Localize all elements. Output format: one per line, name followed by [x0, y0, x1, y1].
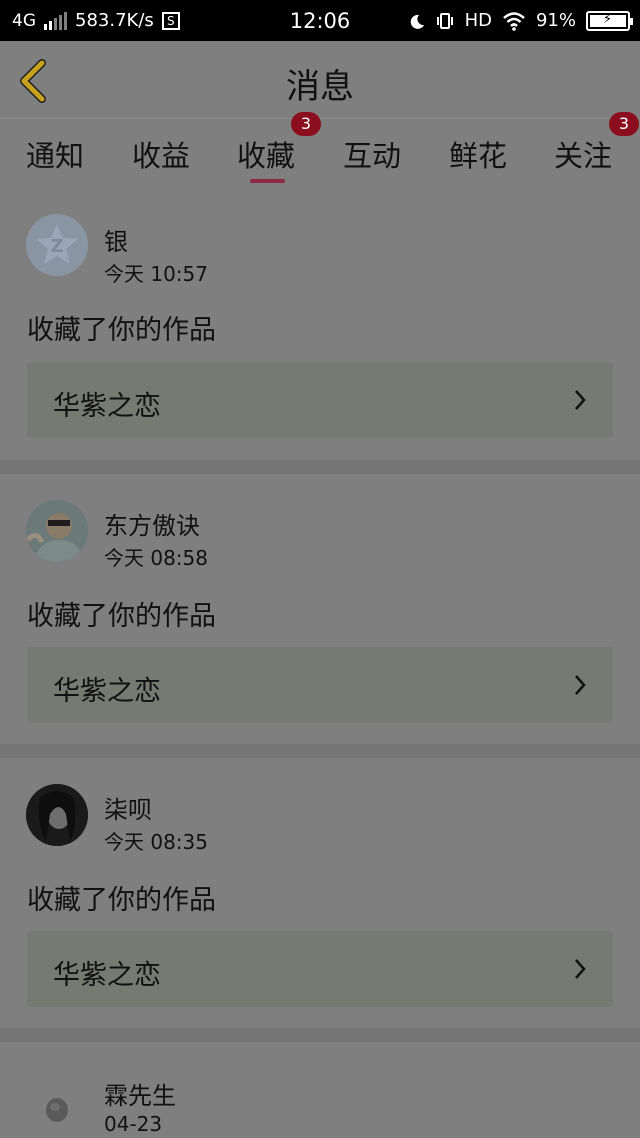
active-tab-indicator: [250, 179, 285, 183]
message-time: 04-23: [104, 1112, 163, 1136]
avatar[interactable]: [26, 1068, 88, 1130]
work-title: 华紫之恋: [53, 960, 161, 991]
chevron-right-icon: [575, 390, 586, 410]
work-link[interactable]: 华紫之恋: [27, 647, 613, 723]
hd-label: HD: [464, 10, 492, 31]
status-bar: 4G 583.7K/s S 12:06 HD 91% ⚡: [0, 0, 640, 41]
message-card: Z 银 今天 10:57 收藏了你的作品 华紫之恋: [0, 190, 640, 460]
action-text: 收藏了你的作品: [27, 885, 216, 916]
divider: [0, 744, 640, 758]
user-photo: [26, 500, 88, 562]
work-title: 华紫之恋: [53, 391, 161, 422]
header: 消息: [0, 41, 640, 121]
avatar[interactable]: [26, 784, 88, 846]
tab-bar: 通知 收益 收藏 3 互动 鲜花 关注 3: [0, 112, 640, 184]
favorites-count-badge: 3: [291, 112, 321, 136]
tab-earnings[interactable]: 收益: [132, 133, 190, 175]
follows-count-badge: 3: [609, 112, 639, 136]
chevron-right-icon: [575, 959, 586, 979]
wifi-icon: [503, 11, 525, 31]
tab-notifications[interactable]: 通知: [26, 133, 84, 175]
work-link[interactable]: 华紫之恋: [27, 931, 613, 1007]
message-time: 今天 10:57: [104, 262, 208, 286]
moon-icon: [410, 14, 424, 29]
username[interactable]: 东方傲诀: [104, 506, 200, 541]
message-card: 柒呗 今天 08:35 收藏了你的作品 华紫之恋: [0, 758, 640, 1028]
work-link[interactable]: 华紫之恋: [27, 362, 613, 438]
vibrate-icon: [436, 12, 453, 29]
battery-icon: ⚡: [586, 10, 633, 31]
page-title: 消息: [286, 67, 354, 107]
message-time: 今天 08:35: [104, 830, 208, 854]
chevron-right-icon: [575, 675, 586, 695]
battery-percent: 91%: [535, 10, 576, 31]
divider: [0, 460, 640, 474]
tab-flowers[interactable]: 鲜花: [449, 133, 507, 175]
user-photo: [26, 784, 88, 846]
action-text: 收藏了你的作品: [27, 315, 216, 346]
tab-interactions[interactable]: 互动: [343, 133, 401, 175]
default-avatar-icon: Z: [26, 214, 88, 276]
message-time: 今天 08:58: [104, 546, 208, 570]
username[interactable]: 霖先生: [104, 1076, 176, 1111]
work-title: 华紫之恋: [53, 676, 161, 707]
action-text: 收藏了你的作品: [27, 601, 216, 632]
tab-favorites[interactable]: 收藏: [237, 133, 295, 175]
username[interactable]: 银: [104, 222, 128, 257]
divider: [0, 1028, 640, 1042]
avatar[interactable]: [26, 500, 88, 562]
avatar[interactable]: Z: [26, 214, 88, 276]
message-card: 东方傲诀 今天 08:58 收藏了你的作品 华紫之恋: [0, 474, 640, 744]
user-photo: [26, 1068, 88, 1130]
tab-follows[interactable]: 关注: [554, 133, 612, 175]
message-card: 霖先生 04-23: [0, 1042, 640, 1138]
svg-text:Z: Z: [50, 236, 63, 257]
username[interactable]: 柒呗: [104, 790, 152, 825]
